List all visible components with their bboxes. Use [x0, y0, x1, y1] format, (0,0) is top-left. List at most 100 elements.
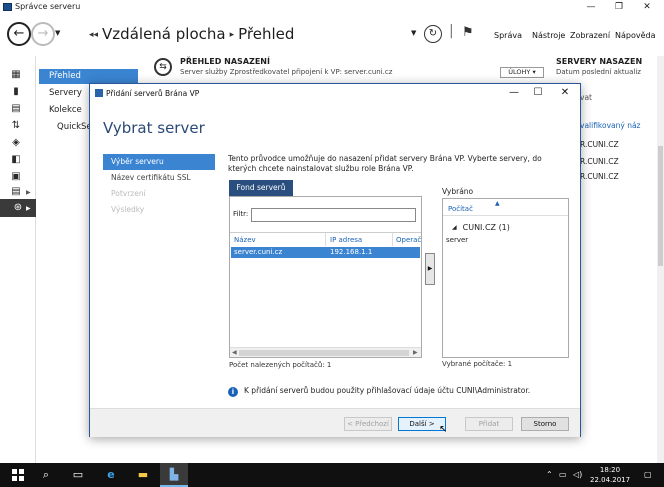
menu-tools[interactable]: Nástroje: [532, 31, 565, 40]
selected-group[interactable]: ◢ CUNI.CZ (1): [452, 223, 510, 232]
toolbar: ← → ▼ ◂◂ Vzdálená plocha ▸ Přehled ▼ ↻ | ⚑ …: [0, 15, 664, 56]
tab-server-pool[interactable]: Fond serverů: [229, 180, 293, 196]
internet-explorer-icon[interactable]: e: [103, 467, 119, 483]
file-explorer-icon[interactable]: ▬: [135, 467, 151, 483]
selected-group-label: CUNI.CZ (1): [462, 223, 510, 232]
selected-list: ▲ Počítač ◢ CUNI.CZ (1) server: [442, 198, 569, 358]
notifications-icon[interactable]: ▢: [644, 470, 652, 479]
deployment-subtitle: Server služby Zprostředkovatel připojení…: [180, 68, 393, 76]
collapse-triangle-icon[interactable]: ◢: [452, 224, 457, 231]
selected-column-header[interactable]: Počítač: [448, 205, 473, 213]
cancel-button[interactable]: Storno: [521, 417, 569, 431]
dialog-maximize-button[interactable]: ☐: [529, 86, 547, 100]
volume-icon[interactable]: ◁): [573, 470, 582, 479]
grid-horizontal-scrollbar[interactable]: ◀ ▶: [230, 347, 421, 357]
table-row[interactable]: server.cuni.cz 192.168.1.1: [231, 247, 420, 258]
start-windows-icon[interactable]: [12, 469, 24, 481]
column-header-os[interactable]: Operač: [396, 236, 421, 244]
wizard-steps: Výběr serveru Název certifikátu SSL Potv…: [103, 154, 215, 218]
minimize-button[interactable]: —: [577, 0, 605, 15]
clock[interactable]: 18:20 22.04.2017: [590, 465, 630, 485]
row-server-name: server.cuni.cz: [234, 248, 283, 256]
filter-input[interactable]: [251, 208, 416, 222]
grid-scrollbar-thumb[interactable]: [239, 350, 409, 356]
search-icon[interactable]: ⌕: [38, 467, 54, 483]
step-select-server[interactable]: Výběr serveru: [103, 154, 215, 170]
file-services-icon[interactable]: ⇅: [10, 121, 22, 131]
expand-arrow-icon[interactable]: ▶: [26, 189, 31, 196]
info-icon: i: [228, 387, 238, 397]
previous-button: < Předchozí: [344, 417, 392, 431]
refresh-dropdown-icon[interactable]: ▼: [411, 29, 416, 37]
clock-date: 22.04.2017: [590, 476, 631, 484]
credentials-info: i K přidání serverů budou použity přihlaš…: [228, 386, 530, 397]
breadcrumb-page: Přehled: [238, 25, 295, 43]
row-ip-address: 192.168.1.1: [330, 248, 373, 256]
breadcrumb-root[interactable]: Vzdálená plocha: [102, 25, 226, 43]
server-manager-icon: [3, 3, 12, 11]
column-header-ip[interactable]: IP adresa: [330, 236, 362, 244]
dialog-heading: Vybrat server: [103, 119, 205, 137]
scroll-left-icon[interactable]: ◀: [232, 349, 237, 356]
npas-icon[interactable]: ◧: [10, 155, 22, 165]
breadcrumb-separator-icon: ▸: [229, 30, 235, 40]
add-button: Přidat: [465, 417, 513, 431]
header-divider: [443, 215, 568, 216]
step-confirmation: Potvrzení: [111, 189, 146, 198]
list-item[interactable]: server: [446, 236, 468, 244]
dashboard-icon[interactable]: ▦: [10, 70, 22, 80]
dialog-minimize-button[interactable]: —: [505, 86, 523, 100]
clock-time: 18:20: [599, 466, 621, 474]
window-titlebar: Správce serveru — ❐ ✕: [0, 0, 664, 15]
back-button[interactable]: ←: [7, 22, 31, 46]
iis-icon[interactable]: ◈: [10, 138, 22, 148]
add-rd-gateway-dialog: Přidání serverů Brána VP — ☐ ✕ Vybrat se…: [89, 83, 581, 437]
refresh-icon[interactable]: ↻: [424, 25, 442, 43]
credentials-info-text: K přidání serverů budou použity přihlašo…: [244, 386, 531, 395]
tray-chevron-icon[interactable]: ⌃: [546, 470, 553, 479]
server-manager-taskbar-icon[interactable]: ▙: [166, 467, 182, 483]
history-dropdown-icon[interactable]: ▼: [55, 29, 60, 37]
server-fqdn[interactable]: R.CUNI.CZ: [580, 140, 619, 149]
maximize-button[interactable]: ❐: [605, 0, 633, 15]
server-pool-grid: Název IP adresa Operač server.cuni.cz 19…: [230, 232, 421, 357]
local-server-icon[interactable]: ▮: [10, 87, 22, 97]
close-button[interactable]: ✕: [633, 0, 661, 15]
notifications-flag-icon[interactable]: ⚑: [462, 25, 474, 40]
dialog-icon: [95, 89, 103, 97]
server-pool-panel: Filtr: Název IP adresa Operač server.cun…: [229, 196, 422, 358]
column-header-name[interactable]: Název: [234, 236, 256, 244]
main-scrollbar-thumb[interactable]: [658, 146, 663, 266]
server-fqdn[interactable]: R.CUNI.CZ: [580, 172, 619, 181]
window-title: Správce serveru: [15, 2, 81, 11]
column-separator[interactable]: [325, 233, 326, 246]
expand-arrow-icon[interactable]: ▶: [26, 205, 31, 212]
menu-help[interactable]: Nápověda: [615, 31, 656, 40]
server-fqdn[interactable]: R.CUNI.CZ: [580, 157, 619, 166]
task-view-icon[interactable]: ▭: [70, 467, 86, 483]
add-to-selected-button[interactable]: ▶: [425, 253, 435, 285]
divider-icon: |: [449, 23, 454, 39]
menu-view[interactable]: Zobrazení: [570, 31, 610, 40]
mouse-cursor-icon: ↖: [439, 424, 448, 435]
tasks-dropdown[interactable]: ÚLOHY ▾: [500, 67, 544, 78]
forward-button[interactable]: →: [31, 22, 55, 46]
rds-group-icon[interactable]: ▤: [10, 187, 22, 197]
dialog-close-button[interactable]: ✕: [556, 86, 574, 100]
breadcrumb-arrows-icon: ◂◂: [89, 30, 99, 40]
all-servers-icon[interactable]: ▤: [10, 104, 22, 114]
servers-column-header[interactable]: valifikovaný náz: [580, 121, 641, 130]
servers-title: SERVERY NASAZEN: [556, 57, 643, 66]
network-icon[interactable]: ▭: [559, 470, 567, 479]
scroll-right-icon[interactable]: ▶: [413, 349, 418, 356]
sort-ascending-icon: ▲: [495, 200, 500, 207]
deployment-overview: ⇆ PŘEHLED NASAZENÍ Server služby Zprostř…: [154, 56, 544, 84]
dialog-title: Přidání serverů Brána VP: [106, 89, 200, 98]
intro-text: Tento průvodce umožňuje do nasazení přid…: [228, 154, 542, 173]
menu-manage[interactable]: Správa: [494, 31, 522, 40]
servers-search[interactable]: vat: [580, 93, 592, 102]
step-ssl-certificate[interactable]: Název certifikátu SSL: [103, 170, 215, 186]
nav-item-overview[interactable]: Přehled: [39, 69, 138, 84]
column-separator[interactable]: [392, 233, 393, 246]
print-services-icon[interactable]: ▣: [10, 172, 22, 182]
